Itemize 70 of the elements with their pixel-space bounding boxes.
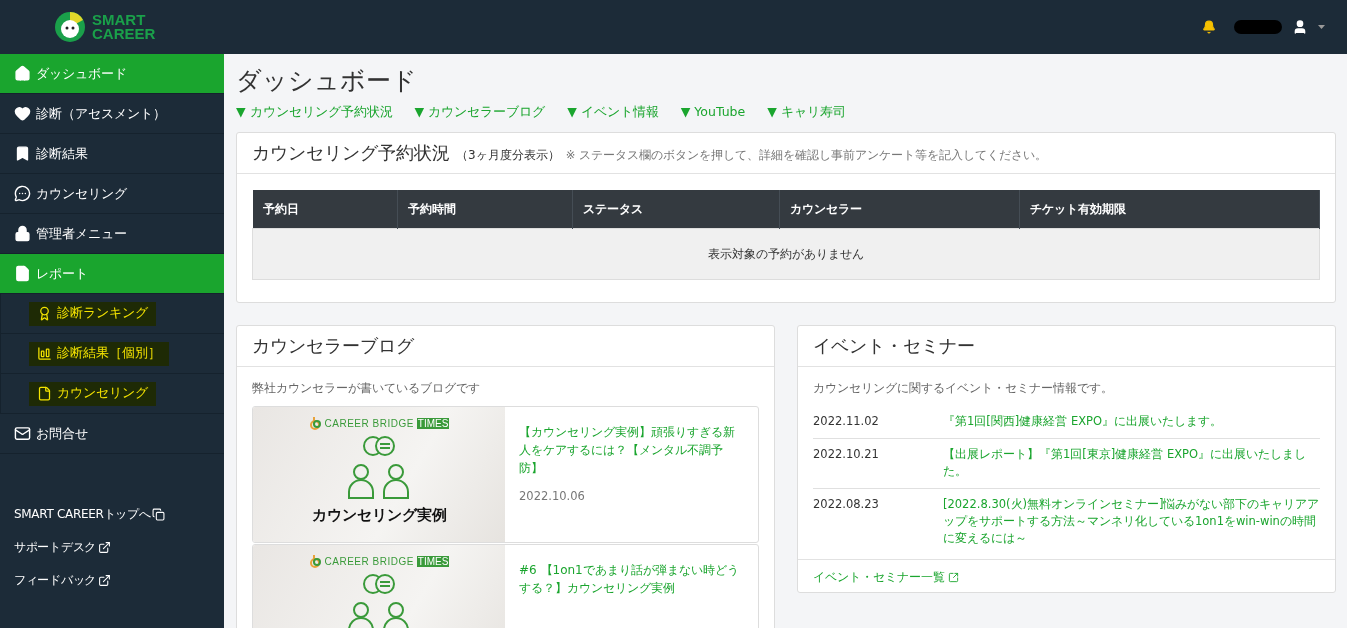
mail-icon	[14, 425, 31, 442]
document-icon	[37, 386, 52, 401]
sidebar-link[interactable]: サポートデスク	[14, 539, 224, 556]
column-header: 予約時間	[397, 190, 573, 229]
logo-text: SMART CAREER	[92, 13, 156, 41]
event-link[interactable]: 【出展レポート】『第1回[東京]健康経営 EXPO』に出展いたしました。	[943, 446, 1320, 480]
empty-table-message: 表示対象の予約がありません	[252, 228, 1320, 280]
post-title-link[interactable]: #6 【1on1であまり話が弾まない時どうする？】カウンセリング実例	[519, 561, 744, 597]
brand-text: CAREER BRIDGE	[324, 418, 414, 429]
anchor-link[interactable]: ▼ カウンセラーブログ	[414, 104, 546, 121]
event-link[interactable]: [2022.8.30(火)無料オンラインセミナー]悩みがない部下のキャリアアップをサポートする方法～マンネリ化している1on1をwin-winの時間に変えるには～	[943, 496, 1320, 547]
anchor-link[interactable]: ▼ キャリ寿司	[767, 104, 846, 121]
sidebar-subitem[interactable]: 診断結果［個別］	[29, 341, 169, 366]
bookmark-icon	[14, 145, 31, 162]
sidebar-item[interactable]: レポート	[0, 254, 224, 294]
heart-icon	[14, 105, 31, 122]
card-title: カウンセリング予約状況	[252, 141, 450, 165]
more-events-link[interactable]: イベント・セミナー一覧	[813, 569, 959, 586]
sidebar-link[interactable]: SMART CAREERトップへ	[14, 506, 224, 523]
document-icon	[14, 265, 31, 282]
card-description: 弊社カウンセラーが書いているブログです	[252, 381, 481, 396]
card-subtitle: （3ヶ月度分表示）	[456, 147, 560, 164]
column-header: 予約日	[252, 190, 398, 229]
redaction-mark	[1234, 20, 1282, 34]
anchor-link[interactable]: ▼ YouTube	[680, 104, 746, 121]
lock-icon	[14, 225, 31, 242]
brand-icon	[308, 417, 322, 430]
sidebar-item[interactable]: ダッシュボード	[0, 54, 224, 94]
sidebar-item[interactable]: カウンセリング	[0, 174, 224, 214]
external-link-icon	[97, 541, 111, 554]
card-title: カウンセラーブログ	[252, 334, 414, 358]
medal-icon	[37, 306, 52, 321]
sidebar-item[interactable]: 診断結果	[0, 134, 224, 174]
event-date: 2022.10.21	[813, 446, 880, 463]
bell-icon[interactable]	[1202, 20, 1216, 34]
column-header: ステータス	[572, 190, 780, 229]
chat-icon	[14, 185, 31, 202]
post-title-link[interactable]: 【カウンセリング実例】頑張りすぎる新人をケアするには？【メンタル不調予防】	[519, 423, 744, 477]
anchor-link[interactable]: ▼ イベント情報	[567, 104, 659, 121]
page-title: ダッシュボード	[236, 65, 418, 97]
post-date: 2022.10.06	[519, 489, 586, 503]
counseling-people-drawing	[346, 572, 412, 628]
sidebar-subitem[interactable]: 診断ランキング	[29, 301, 156, 326]
brand-tag: TIMES	[416, 418, 450, 429]
sidebar-link[interactable]: フィードバック	[14, 572, 224, 589]
card-description: カウンセリングに関するイベント・セミナー情報です。	[813, 381, 1114, 396]
external-link-icon	[948, 572, 959, 583]
logo-icon	[54, 11, 86, 43]
event-date: 2022.08.23	[813, 496, 880, 513]
column-header: カウンセラー	[779, 190, 1020, 229]
column-header: チケット有効期限	[1019, 190, 1320, 229]
brand-text: CAREER BRIDGE	[324, 556, 414, 567]
brand-tag: TIMES	[416, 556, 450, 567]
copy-icon	[152, 508, 166, 521]
sidebar-item[interactable]: 診断（アセスメント）	[0, 94, 224, 134]
home-icon	[14, 65, 31, 82]
brand-icon	[308, 555, 322, 568]
bar-chart-icon	[37, 346, 52, 361]
card-note: ※ ステータス欄のボタンを押して、詳細を確認し事前アンケート等を記入してください。	[565, 148, 1047, 163]
sidebar-subitem[interactable]: カウンセリング	[29, 381, 156, 406]
thumbnail-caption: カウンセリング実例	[311, 506, 447, 525]
anchor-link[interactable]: ▼ カウンセリング予約状況	[236, 104, 393, 121]
user-icon[interactable]	[1292, 19, 1308, 35]
event-date: 2022.11.02	[813, 413, 880, 430]
counseling-people-drawing	[346, 434, 412, 500]
caret-icon[interactable]	[1318, 25, 1325, 29]
event-link[interactable]: 『第1回[関西]健康経営 EXPO』に出展いたします。	[943, 413, 1223, 430]
external-link-icon	[97, 574, 111, 587]
sidebar-item[interactable]: お問合せ	[0, 414, 224, 454]
card-title: イベント・セミナー	[813, 334, 975, 358]
